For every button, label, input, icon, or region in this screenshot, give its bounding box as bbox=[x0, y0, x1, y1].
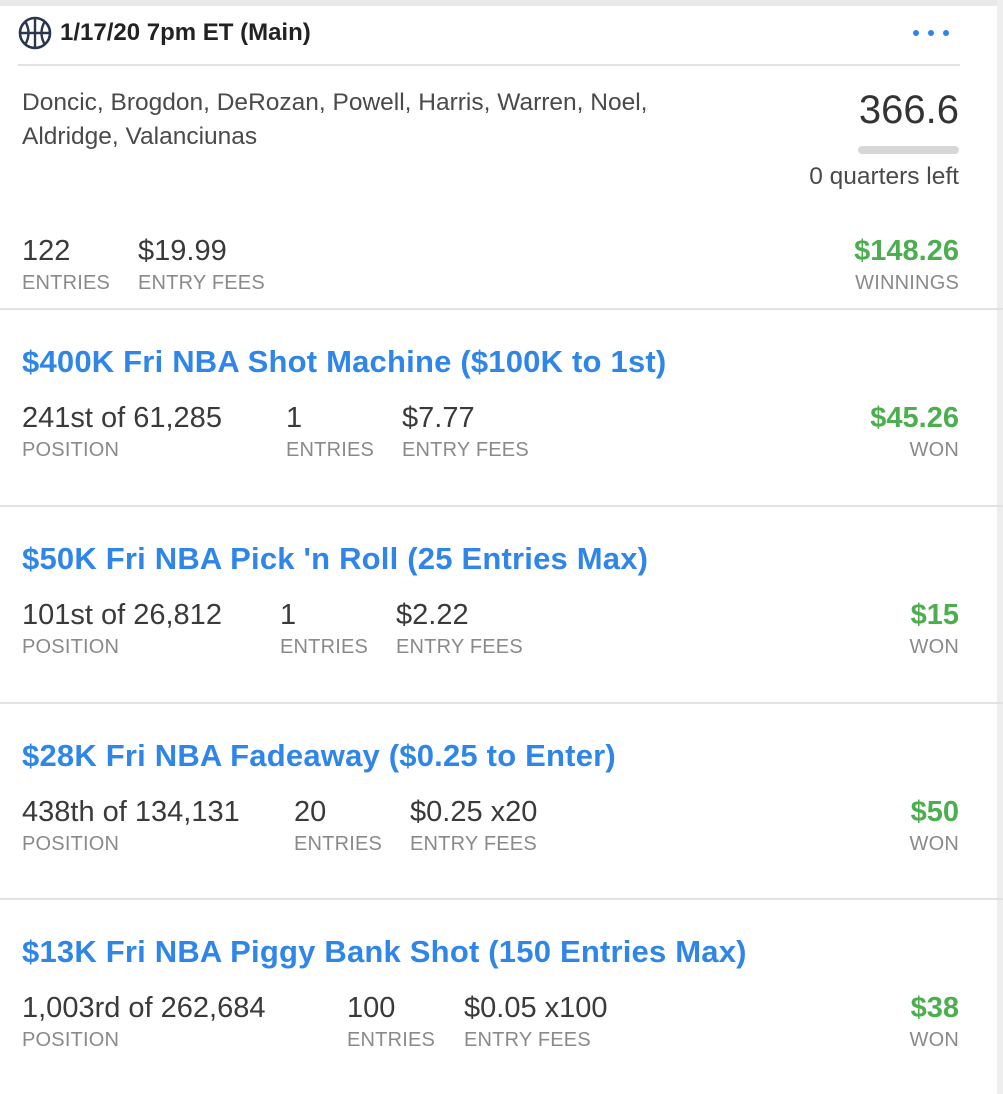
divider bbox=[0, 702, 1003, 704]
won-value: $50 bbox=[910, 796, 959, 828]
won-label: WON bbox=[909, 1029, 959, 1051]
lineup-players: Doncic, Brogdon, DeRozan, Powell, Harris… bbox=[22, 89, 648, 150]
position-value: 1,003rd of 262,684 bbox=[22, 992, 266, 1024]
position-value: 438th of 134,131 bbox=[22, 796, 240, 828]
top-strip bbox=[0, 0, 1003, 6]
lineup-score: 366.6 bbox=[858, 88, 959, 132]
entry-fees-value: $2.22 bbox=[396, 599, 469, 631]
contest-position: 101st of 26,812 POSITION bbox=[22, 598, 222, 660]
won-value: $45.26 bbox=[870, 402, 959, 434]
contest-entry-fees: $7.77 ENTRY FEES bbox=[402, 401, 529, 463]
winnings-label: WINNINGS bbox=[855, 272, 959, 294]
basketball-icon bbox=[18, 15, 54, 51]
entries-label: ENTRIES bbox=[286, 439, 375, 461]
contest-entries: 1 ENTRIES bbox=[286, 401, 374, 463]
position-value: 101st of 26,812 bbox=[22, 599, 222, 631]
divider bbox=[0, 505, 1003, 507]
entries-value: 122 bbox=[22, 235, 71, 267]
slate-header: 1/17/20 7pm ET (Main) bbox=[18, 10, 963, 56]
more-options-icon[interactable] bbox=[913, 30, 949, 36]
won-value: $38 bbox=[910, 992, 959, 1024]
summary-entries: 122 ENTRIES bbox=[22, 234, 110, 296]
contest-entries: 20 ENTRIES bbox=[294, 795, 382, 857]
position-label: POSITION bbox=[22, 439, 120, 461]
entry-fees-label: ENTRY FEES bbox=[464, 1029, 591, 1051]
contest-won: $15 WON bbox=[910, 598, 959, 660]
contest-title[interactable]: $28K Fri NBA Fadeaway ($0.25 to Enter) bbox=[22, 738, 616, 774]
won-label: WON bbox=[909, 439, 959, 461]
contest-position: 1,003rd of 262,684 POSITION bbox=[22, 991, 265, 1053]
contest-title[interactable]: $400K Fri NBA Shot Machine ($100K to 1st… bbox=[22, 344, 666, 380]
contest-entries: 1 ENTRIES bbox=[280, 598, 368, 660]
entries-value: 1 bbox=[286, 402, 303, 434]
divider bbox=[18, 64, 960, 66]
entry-fees-value: $0.25 x20 bbox=[410, 796, 538, 828]
position-label: POSITION bbox=[22, 833, 120, 855]
entries-value: 100 bbox=[347, 992, 396, 1024]
entry-fees-value: $0.05 x100 bbox=[464, 992, 608, 1024]
won-value: $15 bbox=[910, 599, 959, 631]
contest-won: $38 WON bbox=[910, 991, 959, 1053]
entries-value: 20 bbox=[294, 796, 327, 828]
entry-fees-value: $19.99 bbox=[138, 235, 227, 267]
entry-fees-label: ENTRY FEES bbox=[402, 439, 529, 461]
winnings-value: $148.26 bbox=[854, 235, 959, 267]
divider bbox=[0, 898, 1003, 900]
won-label: WON bbox=[909, 636, 959, 658]
entries-value: 1 bbox=[280, 599, 297, 631]
divider bbox=[0, 308, 1003, 310]
position-label: POSITION bbox=[22, 1029, 120, 1051]
contest-entry-fees: $2.22 ENTRY FEES bbox=[396, 598, 523, 660]
entry-fees-label: ENTRY FEES bbox=[410, 833, 537, 855]
contest-entry-fees: $0.05 x100 ENTRY FEES bbox=[464, 991, 608, 1053]
contest-won: $45.26 WON bbox=[870, 401, 959, 463]
slate-title: 1/17/20 7pm ET (Main) bbox=[60, 19, 311, 46]
entry-fees-value: $7.77 bbox=[402, 402, 475, 434]
contest-position: 438th of 134,131 POSITION bbox=[22, 795, 240, 857]
position-label: POSITION bbox=[22, 636, 120, 658]
summary-entry-fees: $19.99 ENTRY FEES bbox=[138, 234, 265, 296]
entries-label: ENTRIES bbox=[294, 833, 383, 855]
contest-position: 241st of 61,285 POSITION bbox=[22, 401, 222, 463]
summary-winnings: $148.26 WINNINGS bbox=[854, 234, 959, 296]
contest-entry-fees: $0.25 x20 ENTRY FEES bbox=[410, 795, 537, 857]
entries-label: ENTRIES bbox=[22, 272, 111, 294]
entries-label: ENTRIES bbox=[347, 1029, 436, 1051]
contest-won: $50 WON bbox=[910, 795, 959, 857]
right-edge-shadow bbox=[997, 0, 1003, 1094]
position-value: 241st of 61,285 bbox=[22, 402, 222, 434]
contest-title[interactable]: $50K Fri NBA Pick 'n Roll (25 Entries Ma… bbox=[22, 541, 648, 577]
entry-fees-label: ENTRY FEES bbox=[138, 272, 265, 294]
contest-entries: 100 ENTRIES bbox=[347, 991, 435, 1053]
progress-bar bbox=[858, 146, 959, 154]
contest-title[interactable]: $13K Fri NBA Piggy Bank Shot (150 Entrie… bbox=[22, 934, 747, 970]
won-label: WON bbox=[909, 833, 959, 855]
entry-fees-label: ENTRY FEES bbox=[396, 636, 523, 658]
quarters-left: 0 quarters left bbox=[809, 163, 959, 190]
entries-label: ENTRIES bbox=[280, 636, 369, 658]
